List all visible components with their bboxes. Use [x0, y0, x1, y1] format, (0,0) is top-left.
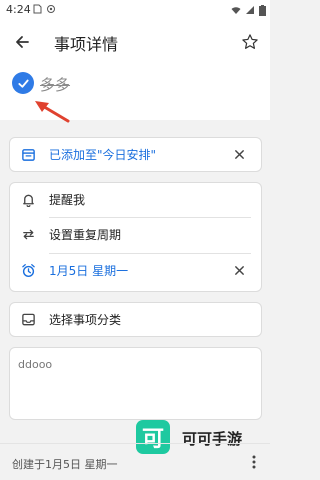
remind-label: 提醒我	[49, 193, 86, 207]
status-right	[231, 3, 266, 17]
today-plan-row[interactable]: 已添加至"今日安排"	[10, 138, 261, 171]
today-plan-label: 已添加至"今日安排"	[49, 148, 157, 162]
today-plan-card: 已添加至"今日安排"	[9, 137, 262, 172]
note-text: ddooo	[18, 358, 53, 371]
date-label: 1月5日 星期一	[49, 264, 129, 278]
inbox-tray-icon	[20, 311, 36, 327]
more-options-button[interactable]	[246, 452, 262, 472]
remove-today-button[interactable]	[231, 146, 247, 162]
page-title: 事项详情	[54, 35, 119, 54]
category-row[interactable]: 选择事项分类	[10, 303, 261, 336]
remind-row[interactable]: 提醒我	[10, 183, 261, 216]
watermark-text: 可可手游	[182, 430, 243, 448]
category-card: 选择事项分类	[9, 302, 262, 337]
notification-icon	[47, 5, 55, 13]
created-date: 创建于1月5日 星期一	[12, 458, 118, 471]
battery-icon	[259, 4, 266, 16]
category-label: 选择事项分类	[49, 313, 122, 327]
signal-icon	[246, 6, 254, 14]
repeat-label: 设置重复周期	[49, 228, 122, 242]
close-icon	[234, 265, 244, 275]
task-title[interactable]: 多多	[40, 74, 70, 95]
status-bar: 4:24	[0, 0, 270, 20]
date-row[interactable]: 1月5日 星期一	[10, 254, 261, 287]
repeat-icon	[20, 226, 36, 242]
screen: 4:24 事项详情 多多 已添加至"今日安排" 提醒我 设置重复周期 1月5日 …	[0, 0, 270, 480]
options-card: 提醒我 设置重复周期 1月5日 星期一	[9, 182, 262, 292]
remove-date-button[interactable]	[231, 262, 247, 278]
star-outline-icon	[242, 34, 258, 49]
more-vertical-icon	[252, 455, 256, 469]
bell-icon	[20, 191, 36, 207]
detail-header: 事项详情 多多	[0, 20, 270, 123]
check-icon	[17, 79, 29, 88]
note-field[interactable]: ddooo	[9, 347, 262, 420]
annotation-arrow-icon	[35, 101, 70, 123]
repeat-row[interactable]: 设置重复周期	[10, 218, 261, 251]
calendar-today-icon	[20, 146, 36, 162]
arrow-back-icon	[16, 36, 29, 48]
close-icon	[234, 149, 244, 159]
watermark-logo: 可	[136, 420, 170, 454]
back-button[interactable]	[8, 28, 36, 56]
wifi-icon	[231, 7, 241, 14]
status-time: 4:24	[6, 3, 31, 16]
favorite-button[interactable]	[236, 28, 264, 56]
sim-card-icon	[33, 4, 42, 14]
alarm-clock-icon	[20, 262, 36, 278]
footer-divider	[0, 443, 270, 444]
task-complete-checkbox[interactable]	[12, 72, 34, 94]
